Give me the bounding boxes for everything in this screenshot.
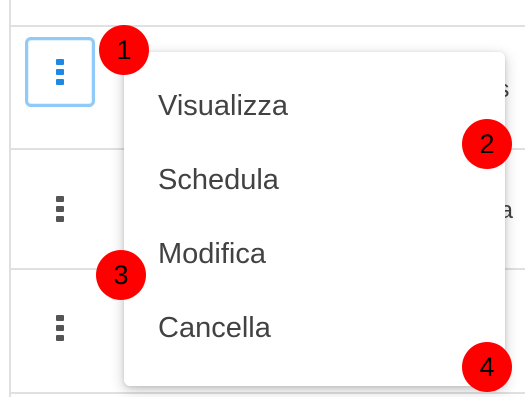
table-top-divider xyxy=(9,25,525,27)
more-vertical-icon xyxy=(56,59,64,85)
menu-item-modifica[interactable]: Modifica xyxy=(124,236,505,310)
annotation-badge-4: 4 xyxy=(462,342,512,392)
more-vertical-icon xyxy=(56,315,64,341)
menu-item-label: Modifica xyxy=(158,238,266,270)
row-actions-button[interactable] xyxy=(25,293,95,363)
table-left-border xyxy=(9,0,11,397)
menu-item-visualizza[interactable]: Visualizza xyxy=(124,88,505,162)
screenshot-stage: is ta Visualizza Schedula Modifica Cance… xyxy=(0,0,525,397)
menu-item-label: Visualizza xyxy=(158,90,289,122)
row-actions-button[interactable] xyxy=(25,174,95,244)
row-actions-menu: Visualizza Schedula Modifica Cancella xyxy=(124,52,505,386)
menu-item-label: Cancella xyxy=(158,312,271,344)
menu-item-label: Schedula xyxy=(158,164,279,196)
annotation-badge-2: 2 xyxy=(462,119,512,169)
more-vertical-icon xyxy=(56,196,64,222)
row-divider xyxy=(11,392,525,394)
menu-item-cancella[interactable]: Cancella xyxy=(124,310,505,384)
annotation-badge-1: 1 xyxy=(99,25,149,75)
row-actions-button[interactable] xyxy=(25,37,95,107)
menu-item-schedula[interactable]: Schedula xyxy=(124,162,505,236)
annotation-badge-3: 3 xyxy=(96,250,146,300)
